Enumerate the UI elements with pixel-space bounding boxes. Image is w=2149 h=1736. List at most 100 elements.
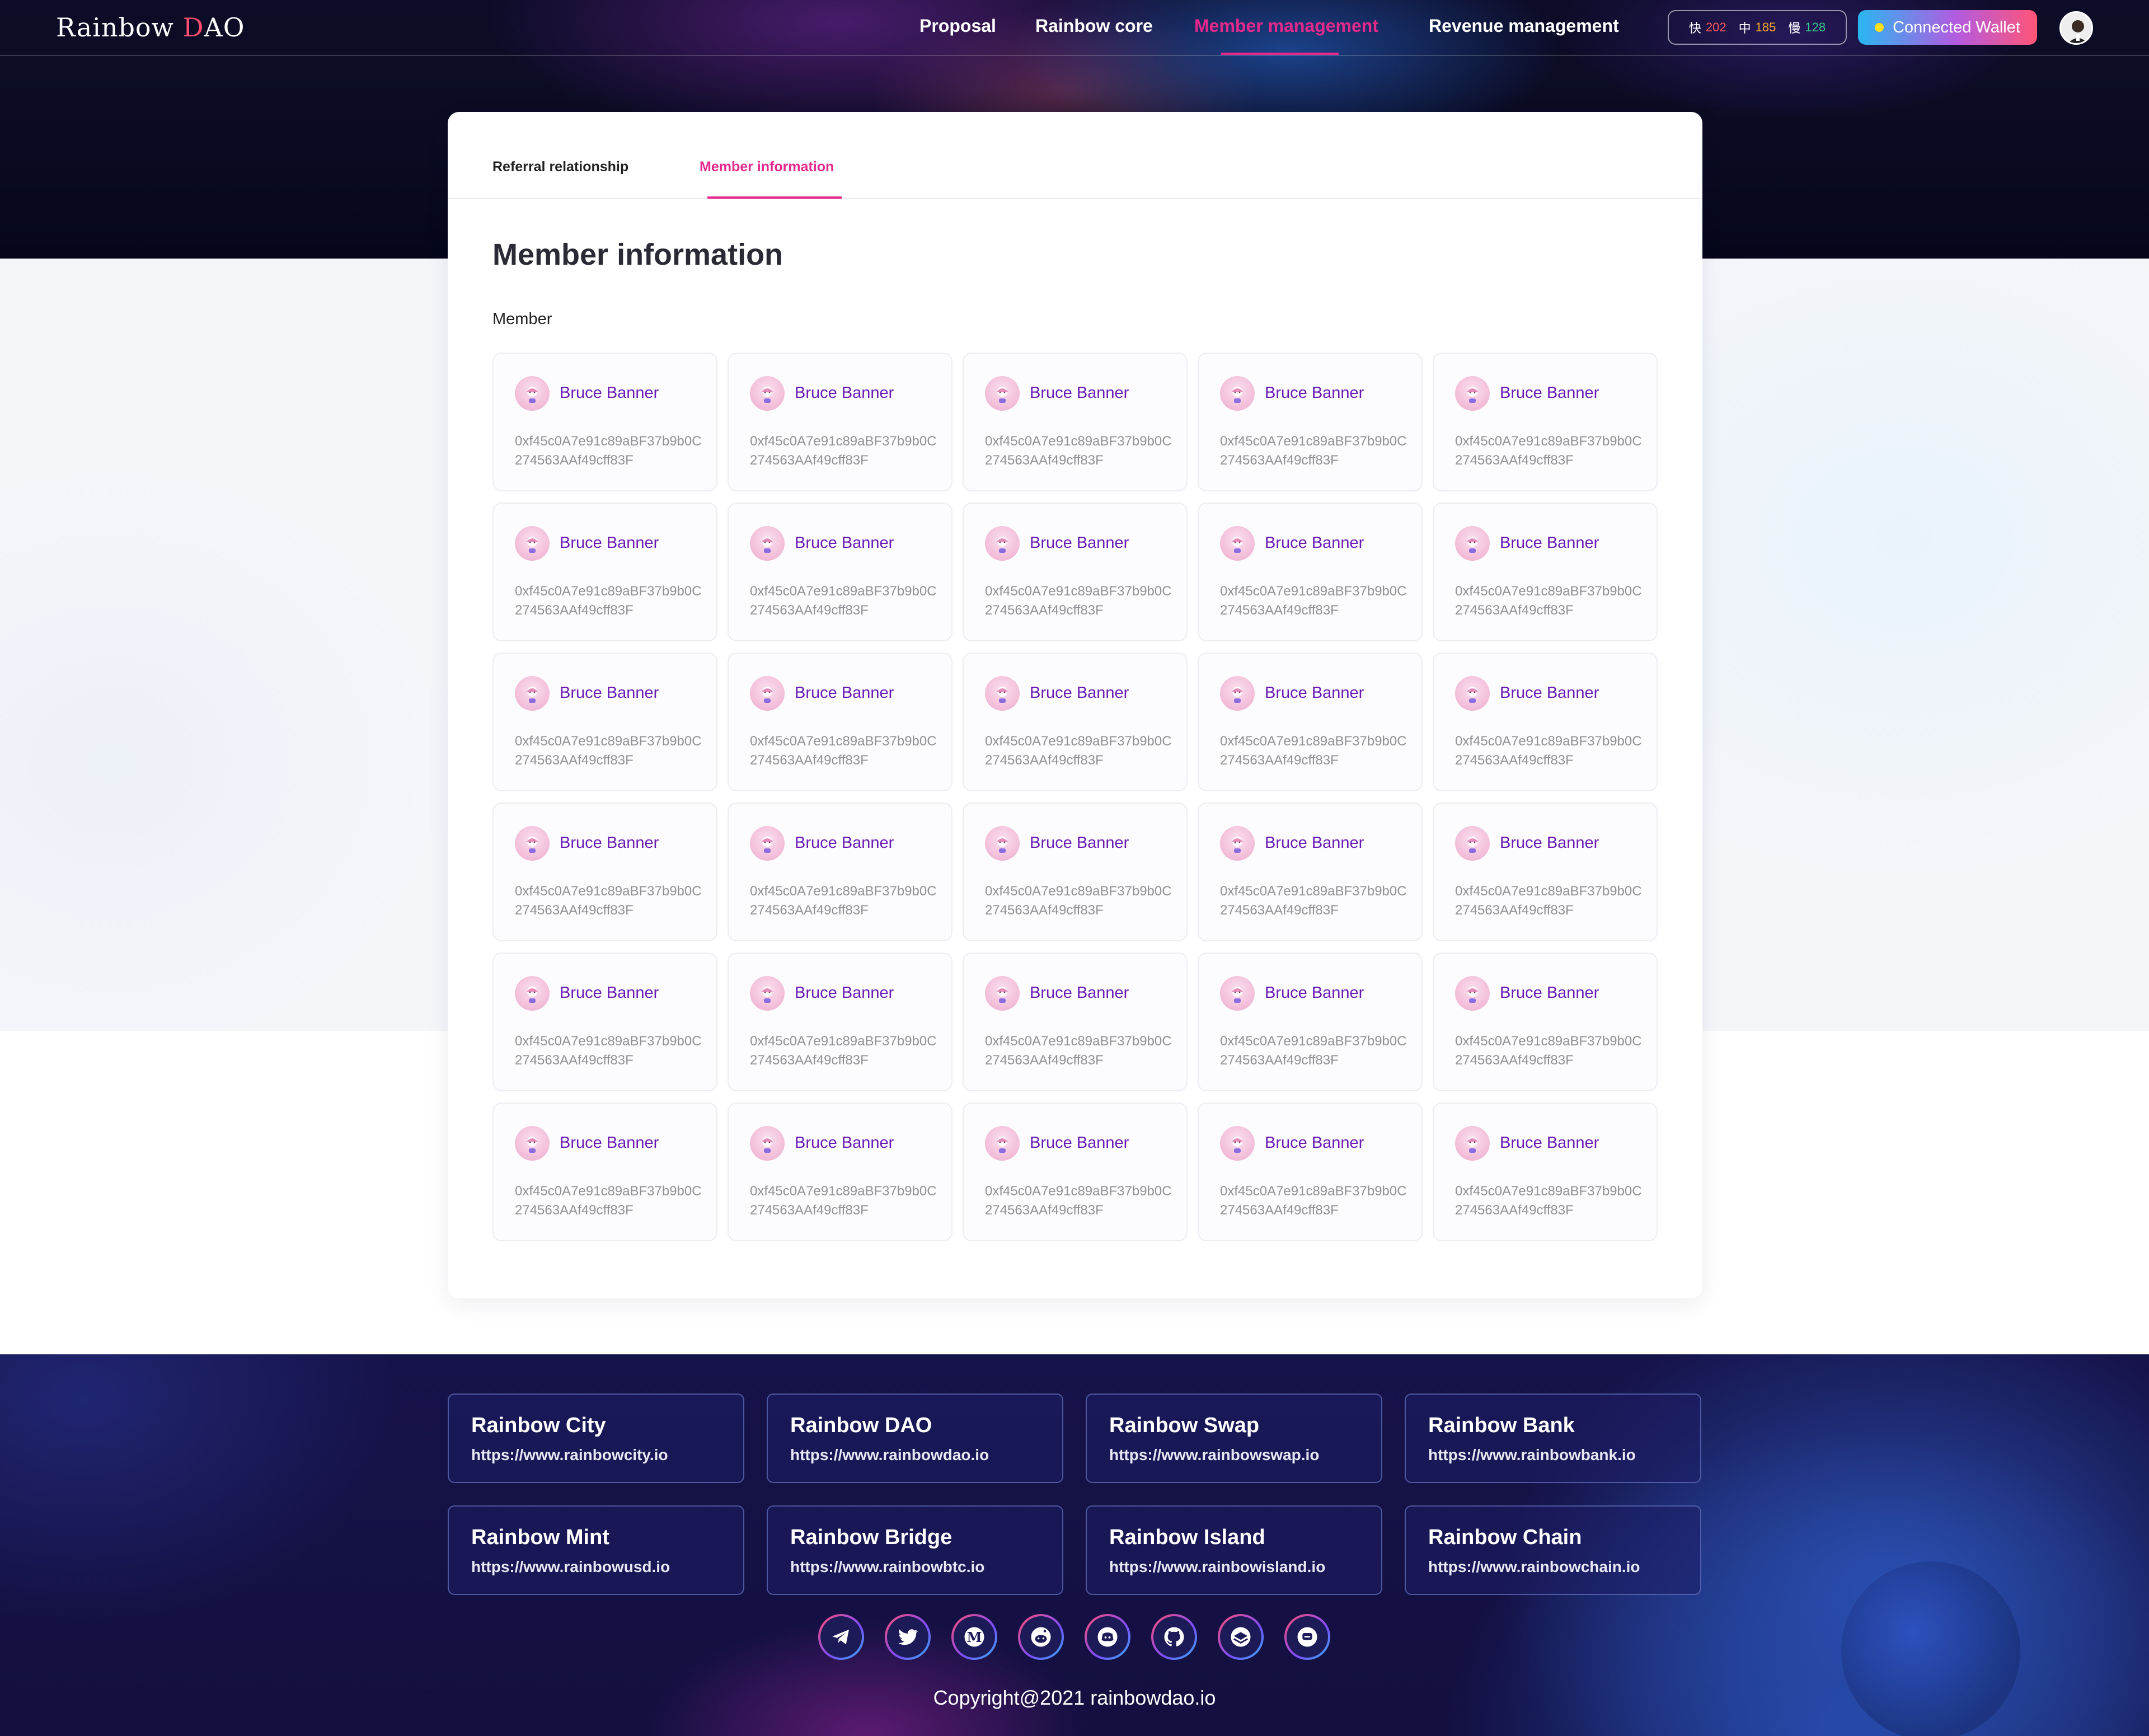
member-avatar [1455, 826, 1490, 861]
member-card[interactable]: Bruce Banner 0xf45c0A7e91c89aBF37b9b0C274… [1198, 803, 1423, 941]
member-avatar-icon [1467, 1137, 1478, 1153]
member-avatar [1220, 676, 1255, 711]
tab-member-information[interactable]: Member information [700, 159, 834, 175]
footer-link-rainbow-mint[interactable]: Rainbow Mint https://www.rainbowusd.io [448, 1505, 744, 1595]
member-card[interactable]: Bruce Banner 0xf45c0A7e91c89aBF37b9b0C274… [728, 503, 952, 641]
footer-link-rainbow-city[interactable]: Rainbow City https://www.rainbowcity.io [448, 1394, 744, 1483]
member-card[interactable]: Bruce Banner 0xf45c0A7e91c89aBF37b9b0C274… [1433, 353, 1658, 491]
member-avatar [750, 676, 785, 711]
footer-link-url: https://www.rainbowbtc.io [790, 1558, 985, 1575]
footer-link-rainbow-island[interactable]: Rainbow Island https://www.rainbowisland… [1086, 1505, 1382, 1595]
member-card[interactable]: Bruce Banner 0xf45c0A7e91c89aBF37b9b0C274… [963, 1102, 1188, 1241]
member-address: 0xf45c0A7e91c89aBF37b9b0C274563AAf49cff8… [1220, 584, 1407, 618]
reddit-link[interactable] [1018, 1614, 1064, 1660]
member-card[interactable]: Bruce Banner 0xf45c0A7e91c89aBF37b9b0C274… [728, 353, 952, 491]
connected-wallet-button[interactable]: Connected Wallet [1858, 10, 2037, 45]
member-card[interactable]: Bruce Banner 0xf45c0A7e91c89aBF37b9b0C274… [1433, 653, 1658, 791]
gitbook-link[interactable] [1218, 1614, 1264, 1660]
member-card[interactable]: Bruce Banner 0xf45c0A7e91c89aBF37b9b0C274… [492, 803, 717, 941]
footer-link-rainbow-chain[interactable]: Rainbow Chain https://www.rainbowchain.i… [1405, 1505, 1701, 1595]
member-card[interactable]: Bruce Banner 0xf45c0A7e91c89aBF37b9b0C274… [728, 653, 952, 791]
member-card[interactable]: Bruce Banner 0xf45c0A7e91c89aBF37b9b0C274… [728, 953, 952, 1091]
footer-link-rainbow-bridge[interactable]: Rainbow Bridge https://www.rainbowbtc.io [767, 1505, 1063, 1595]
member-card[interactable]: Bruce Banner 0xf45c0A7e91c89aBF37b9b0C274… [492, 503, 717, 641]
member-card[interactable]: Bruce Banner 0xf45c0A7e91c89aBF37b9b0C274… [1198, 653, 1423, 791]
member-card[interactable]: Bruce Banner 0xf45c0A7e91c89aBF37b9b0C274… [963, 953, 1188, 1091]
member-card[interactable]: Bruce Banner 0xf45c0A7e91c89aBF37b9b0C274… [492, 653, 717, 791]
top-nav: Rainbow DAO Proposal Rainbow core Member… [0, 0, 2149, 56]
member-avatar [515, 1126, 550, 1161]
telegram-icon [832, 1629, 849, 1645]
member-card[interactable]: Bruce Banner 0xf45c0A7e91c89aBF37b9b0C274… [963, 653, 1188, 791]
member-avatar-icon [762, 387, 773, 403]
nav-revenue-management[interactable]: Revenue management [1429, 16, 1619, 36]
nav-proposal[interactable]: Proposal [919, 16, 996, 36]
member-avatar-icon [527, 537, 538, 553]
member-card[interactable]: Bruce Banner 0xf45c0A7e91c89aBF37b9b0C274… [1198, 953, 1423, 1091]
gas-price-indicator[interactable]: 快 202 中 185 慢 128 [1668, 10, 1847, 45]
member-card[interactable]: Bruce Banner 0xf45c0A7e91c89aBF37b9b0C274… [1433, 953, 1658, 1091]
member-name: Bruce Banner [1265, 534, 1364, 552]
member-avatar [515, 976, 550, 1011]
telegram-link[interactable] [818, 1614, 864, 1660]
member-card[interactable]: Bruce Banner 0xf45c0A7e91c89aBF37b9b0C274… [1433, 803, 1658, 941]
member-address: 0xf45c0A7e91c89aBF37b9b0C274563AAf49cff8… [515, 434, 702, 468]
chat-link[interactable] [1284, 1614, 1330, 1660]
nav-member-management[interactable]: Member management [1194, 16, 1378, 36]
member-address: 0xf45c0A7e91c89aBF37b9b0C274563AAf49cff8… [1220, 1034, 1407, 1068]
member-address: 0xf45c0A7e91c89aBF37b9b0C274563AAf49cff8… [1455, 434, 1642, 468]
member-avatar [750, 976, 785, 1011]
member-address: 0xf45c0A7e91c89aBF37b9b0C274563AAf49cff8… [750, 884, 937, 918]
member-card[interactable]: Bruce Banner 0xf45c0A7e91c89aBF37b9b0C274… [1198, 503, 1423, 641]
member-card[interactable]: Bruce Banner 0xf45c0A7e91c89aBF37b9b0C274… [963, 803, 1188, 941]
member-card[interactable]: Bruce Banner 0xf45c0A7e91c89aBF37b9b0C274… [963, 353, 1188, 491]
member-address: 0xf45c0A7e91c89aBF37b9b0C274563AAf49cff8… [1220, 1184, 1407, 1218]
medium-link[interactable]: M [951, 1614, 997, 1660]
nav-rainbow-core[interactable]: Rainbow core [1035, 16, 1153, 36]
footer-link-url: https://www.rainbowisland.io [1109, 1558, 1326, 1575]
github-icon [1164, 1627, 1184, 1646]
member-card[interactable]: Bruce Banner 0xf45c0A7e91c89aBF37b9b0C274… [728, 1102, 952, 1241]
member-avatar [985, 826, 1020, 861]
user-avatar[interactable] [2059, 11, 2093, 45]
member-card[interactable]: Bruce Banner 0xf45c0A7e91c89aBF37b9b0C274… [492, 353, 717, 491]
wallet-status-dot [1875, 23, 1884, 32]
footer-link-rainbow-dao[interactable]: Rainbow DAO https://www.rainbowdao.io [767, 1394, 1063, 1483]
member-card[interactable]: Bruce Banner 0xf45c0A7e91c89aBF37b9b0C274… [963, 503, 1188, 641]
member-address: 0xf45c0A7e91c89aBF37b9b0C274563AAf49cff8… [1455, 884, 1642, 918]
member-card[interactable]: Bruce Banner 0xf45c0A7e91c89aBF37b9b0C274… [492, 1102, 717, 1241]
member-name: Bruce Banner [560, 684, 659, 702]
footer-link-rainbow-bank[interactable]: Rainbow Bank https://www.rainbowbank.io [1405, 1394, 1701, 1483]
member-avatar-icon [762, 1137, 773, 1153]
member-name: Bruce Banner [1265, 684, 1364, 702]
member-card[interactable]: Bruce Banner 0xf45c0A7e91c89aBF37b9b0C274… [1433, 503, 1658, 641]
member-avatar [1220, 976, 1255, 1011]
logo[interactable]: Rainbow DAO [56, 12, 245, 43]
member-card[interactable]: Bruce Banner 0xf45c0A7e91c89aBF37b9b0C274… [1198, 353, 1423, 491]
member-card[interactable]: Bruce Banner 0xf45c0A7e91c89aBF37b9b0C274… [728, 803, 952, 941]
footer-link-rainbow-swap[interactable]: Rainbow Swap https://www.rainbowswap.io [1086, 1394, 1382, 1483]
footer-link-title: Rainbow DAO [790, 1414, 932, 1437]
member-avatar [1455, 376, 1490, 411]
member-avatar-icon [527, 387, 538, 403]
member-address: 0xf45c0A7e91c89aBF37b9b0C274563AAf49cff8… [985, 734, 1172, 768]
twitter-link[interactable] [885, 1614, 931, 1660]
tab-referral-relationship[interactable]: Referral relationship [492, 159, 628, 175]
footer-link-url: https://www.rainbowusd.io [471, 1558, 670, 1575]
member-avatar [750, 826, 785, 861]
member-avatar-icon [527, 687, 538, 703]
member-address: 0xf45c0A7e91c89aBF37b9b0C274563AAf49cff8… [1220, 734, 1407, 768]
member-avatar-icon [527, 1137, 538, 1153]
member-avatar [1455, 676, 1490, 711]
member-name: Bruce Banner [795, 684, 894, 702]
member-name: Bruce Banner [560, 384, 659, 402]
member-card[interactable]: Bruce Banner 0xf45c0A7e91c89aBF37b9b0C274… [1433, 1102, 1658, 1241]
member-avatar [1220, 826, 1255, 861]
member-card[interactable]: Bruce Banner 0xf45c0A7e91c89aBF37b9b0C274… [492, 953, 717, 1091]
github-link[interactable] [1151, 1614, 1197, 1660]
member-card[interactable]: Bruce Banner 0xf45c0A7e91c89aBF37b9b0C274… [1198, 1102, 1423, 1241]
discord-link[interactable] [1085, 1614, 1130, 1660]
reddit-icon [1031, 1627, 1051, 1647]
gas-mid-value: 185 [1755, 20, 1776, 34]
gas-slow-label: 慢 [1788, 21, 1801, 35]
